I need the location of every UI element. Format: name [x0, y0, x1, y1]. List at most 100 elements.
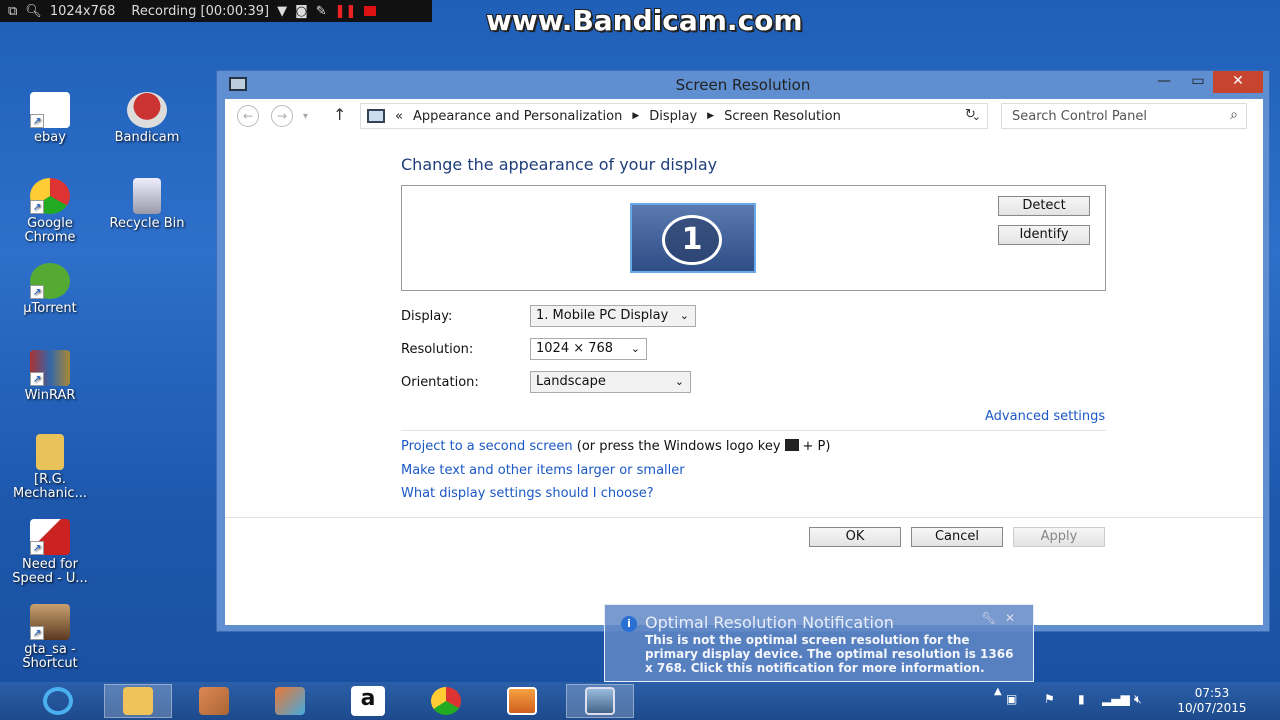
signal-icon[interactable]: ▂▄▆ [1102, 692, 1130, 720]
recent-locations-icon[interactable]: ▾ [303, 111, 308, 122]
monitor-1-icon[interactable]: 1 [630, 203, 756, 273]
window-title: Screen Resolution [675, 76, 811, 94]
camera-icon[interactable]: ◙ [295, 4, 308, 19]
stop-icon[interactable] [364, 6, 377, 16]
maximize-button[interactable]: ▭ [1183, 71, 1213, 93]
desktop-icon-label: Recycle Bin [109, 216, 185, 231]
close-icon[interactable]: ✕ [1005, 611, 1015, 625]
content-pane: Change the appearance of your display 1 … [225, 133, 1263, 625]
options-icon[interactable]: 🔧︎ [981, 611, 996, 625]
identify-button[interactable]: Identify [998, 225, 1090, 245]
forward-button[interactable]: → [271, 105, 293, 127]
clock-time: 07:53 [1194, 686, 1230, 700]
chevron-down-icon: ⌄ [679, 309, 689, 322]
tools-icon [275, 687, 305, 715]
project-row: Project to a second screen (or press the… [401, 439, 830, 454]
search-icon[interactable]: 🔍︎ [25, 4, 42, 19]
ebay-icon: ↗ [30, 92, 70, 128]
taskbar-chrome[interactable] [412, 684, 480, 718]
desktop-icon-need-for-speed[interactable]: ↗ Need for Speed - U... [5, 519, 95, 586]
breadcrumb-display[interactable]: Display [649, 109, 697, 124]
flag-icon[interactable]: ⚑ [1044, 692, 1055, 720]
optimal-resolution-notification[interactable]: i Optimal Resolution Notification 🔧︎ ✕ T… [604, 604, 1034, 682]
taskbar: a ▲ ▣ ⚑ ▮ ▂▄▆ 🔇︎ [0, 682, 1280, 720]
monitor-number: 1 [662, 215, 722, 265]
chevron-down-icon: ⌄ [674, 375, 684, 388]
breadcrumb-appearance[interactable]: Appearance and Personalization [413, 109, 622, 124]
desktop-icon-ebay[interactable]: ↗ ebay [5, 92, 95, 145]
taskbar-app[interactable] [256, 684, 324, 718]
chevron-down-icon[interactable]: ▼ [277, 4, 287, 19]
show-hidden-icons-icon[interactable]: ▲ [994, 686, 1002, 720]
taskbar-file-explorer[interactable] [104, 684, 172, 718]
advanced-settings-link[interactable]: Advanced settings [985, 409, 1105, 424]
desktop-icon-bandicam[interactable]: Bandicam [102, 92, 192, 145]
display-value: 1. Mobile PC Display [536, 308, 669, 323]
desktop-icon-label: WinRAR [24, 388, 76, 403]
orientation-select[interactable]: Landscape ⌄ [530, 371, 691, 393]
desktop-icon-utorrent[interactable]: ↗ µTorrent [5, 263, 95, 316]
project-hint-before: (or press the Windows logo key [576, 439, 781, 454]
text-size-link[interactable]: Make text and other items larger or smal… [401, 463, 685, 478]
title-bar[interactable]: Screen Resolution — ▭ ✕ [217, 71, 1269, 99]
chrome-icon [431, 687, 461, 715]
address-bar: ← → ▾ ↑ « Appearance and Personalization… [225, 99, 1263, 133]
folder-icon [123, 687, 153, 715]
resolution-label: Resolution: [401, 342, 474, 357]
page-title: Change the appearance of your display [401, 155, 718, 174]
recycle-bin-icon [133, 178, 161, 214]
chevron-right-icon: ▶ [632, 111, 640, 121]
project-hint-after: + P) [802, 439, 831, 454]
monitor-icon [585, 687, 615, 715]
pencil-icon[interactable]: ✎ [316, 4, 327, 19]
desktop-icon-winrar[interactable]: ↗ WinRAR [5, 350, 95, 403]
desktop-icon-recycle-bin[interactable]: Recycle Bin [102, 178, 192, 231]
display-settings-help-link[interactable]: What display settings should I choose? [401, 486, 654, 501]
desktop-icon-folder[interactable]: [R.G. Mechanic... [5, 434, 95, 501]
resolution-select[interactable]: 1024 × 768 ⌄ [530, 338, 647, 360]
pause-icon[interactable]: ❚❚ [335, 4, 357, 19]
search-input[interactable]: Search Control Panel ⌕ [1001, 103, 1247, 129]
orientation-label: Orientation: [401, 375, 479, 390]
volume-muted-icon[interactable]: 🔇︎ [1134, 692, 1142, 720]
apply-button[interactable]: Apply [1013, 527, 1105, 547]
desktop-icon-label: Need for Speed - U... [12, 557, 88, 586]
desktop-icon-gta-sa[interactable]: ↗ gta_sa - Shortcut [5, 604, 95, 671]
cancel-button[interactable]: Cancel [911, 527, 1003, 547]
section-divider [401, 430, 1106, 431]
display-select[interactable]: 1. Mobile PC Display ⌄ [530, 305, 696, 327]
breadcrumb[interactable]: « Appearance and Personalization ▶ Displ… [360, 103, 988, 129]
taskbar-screen-resolution[interactable] [566, 684, 634, 718]
media-player-icon [507, 687, 537, 715]
desktop-icon-label: µTorrent [23, 301, 77, 316]
taskbar-media-player[interactable] [488, 684, 556, 718]
minimize-button[interactable]: — [1149, 71, 1179, 93]
refresh-icon[interactable]: ↻ [965, 107, 976, 122]
back-button[interactable]: ← [237, 105, 259, 127]
taskbar-internet-explorer[interactable] [24, 684, 92, 718]
search-placeholder: Search Control Panel [1012, 108, 1147, 124]
detect-button[interactable]: Detect [998, 196, 1090, 216]
chevron-right-icon: ▶ [707, 111, 715, 121]
ok-button[interactable]: OK [809, 527, 901, 547]
recording-status: Recording [00:00:39] [131, 3, 270, 19]
resolution-value: 1024 × 768 [536, 341, 614, 356]
window-icon[interactable]: ⧉ [8, 4, 17, 19]
desktop-icon-chrome[interactable]: ↗ Google Chrome [5, 178, 95, 245]
chevron-down-icon: ⌄ [630, 342, 640, 355]
network-icon[interactable]: ▣ [1006, 692, 1017, 720]
taskbar-control-panel[interactable] [180, 684, 248, 718]
close-button[interactable]: ✕ [1213, 71, 1263, 93]
footer-divider [225, 517, 1263, 518]
bandicam-watermark: www.Bandicam.com [486, 4, 803, 37]
breadcrumb-screen-resolution[interactable]: Screen Resolution [724, 109, 841, 124]
up-button[interactable]: ↑ [333, 105, 346, 124]
windows-logo-icon [784, 439, 799, 451]
project-second-screen-link[interactable]: Project to a second screen [401, 439, 573, 454]
taskbar-clock[interactable]: 07:53 10/07/2015 [1172, 686, 1252, 716]
battery-icon[interactable]: ▮ [1078, 692, 1085, 720]
orientation-value: Landscape [536, 374, 606, 389]
breadcrumb-prefix[interactable]: « [395, 109, 403, 124]
search-icon[interactable]: ⌕ [1230, 107, 1238, 123]
taskbar-amazon[interactable]: a [334, 684, 402, 718]
